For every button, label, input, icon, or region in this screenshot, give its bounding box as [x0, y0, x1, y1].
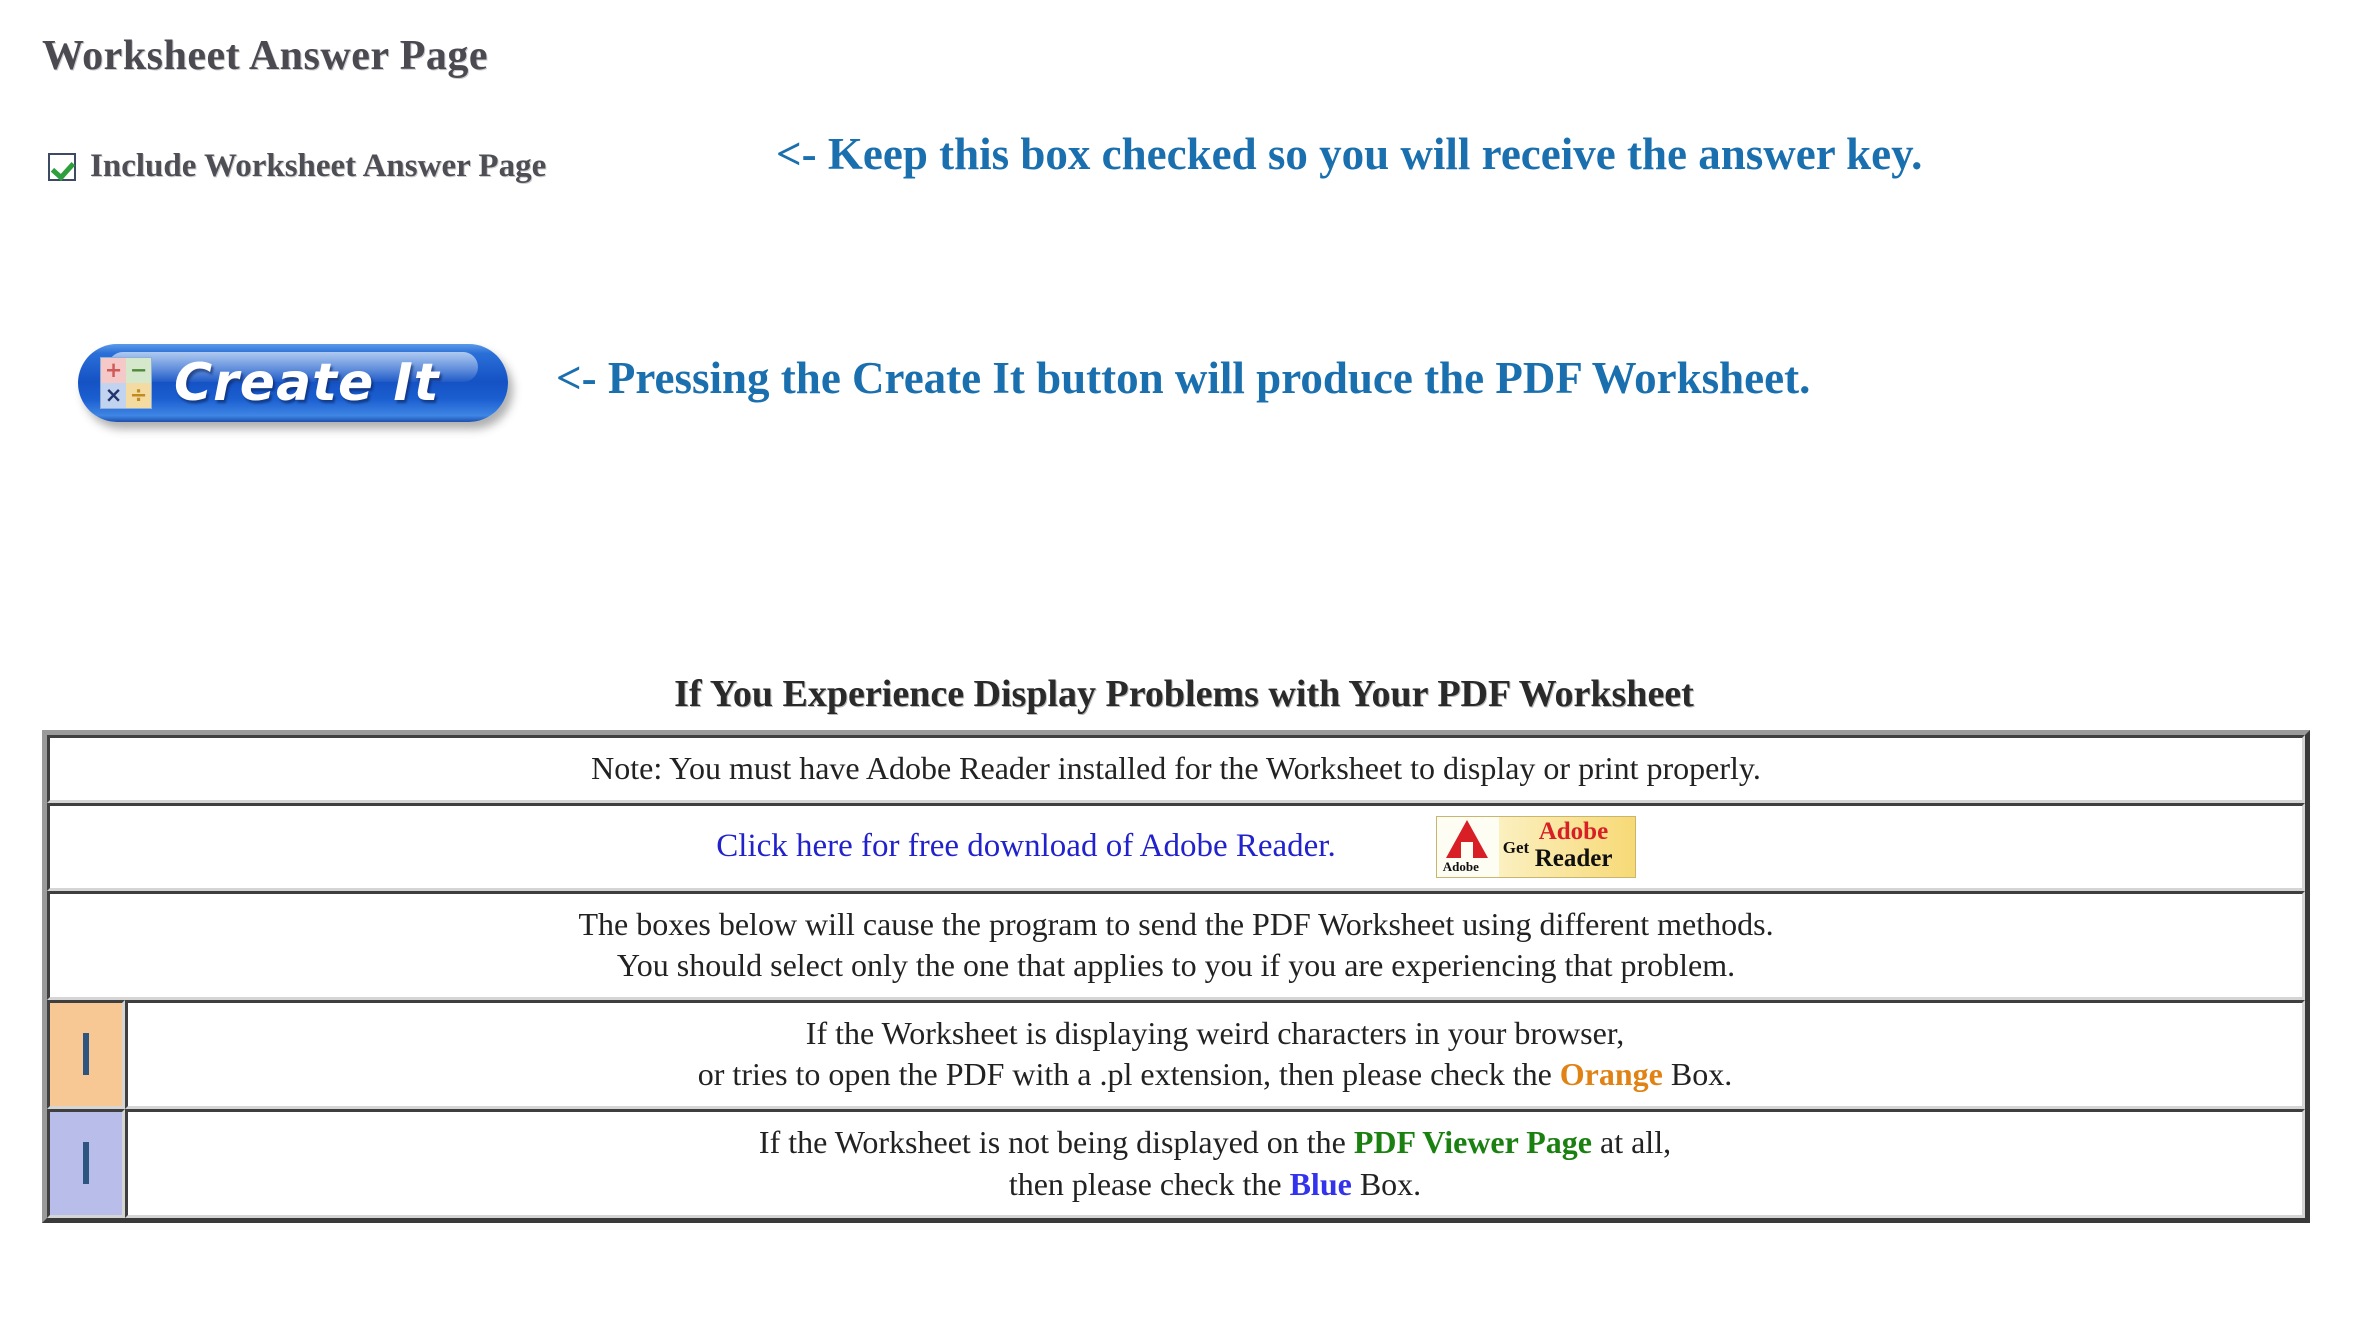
orange-option-line-2: or tries to open the PDF with a .pl exte…: [136, 1054, 2294, 1096]
get-adobe-reader-panel: Get Adobe Reader: [1498, 816, 1635, 877]
page-title: Worksheet Answer Page: [42, 33, 489, 79]
adobe-reader-note: Note: You must have Adobe Reader install…: [47, 735, 2305, 803]
divide-icon: ÷: [126, 383, 151, 408]
blue-option-line-2: then please check the Blue Box.: [136, 1164, 2294, 1206]
adobe-reader-download-link[interactable]: Click here for free download of Adobe Re…: [716, 825, 1335, 868]
orange-swatch-cell[interactable]: [47, 999, 125, 1109]
orange-option-checkbox[interactable]: [83, 1032, 89, 1075]
blue-option-line1-pre: If the Worksheet is not being displayed …: [758, 1123, 1354, 1160]
blue-swatch-cell[interactable]: [47, 1108, 125, 1219]
checkbox-checked-icon[interactable]: [48, 152, 76, 181]
annotation-answer-key: <- Keep this box checked so you will rec…: [776, 129, 1923, 179]
adobe-logo-icon: Adobe: [1436, 816, 1499, 877]
include-answer-page-row[interactable]: Include Worksheet Answer Page: [48, 148, 546, 185]
times-icon: ×: [101, 383, 126, 408]
plus-icon: +: [101, 358, 126, 383]
table-row-orange-option: If the Worksheet is displaying weird cha…: [47, 999, 2305, 1109]
badge-adobe-text: Adobe: [1538, 817, 1609, 845]
orange-option-line2-post: Box.: [1662, 1056, 1733, 1093]
include-answer-page-label: Include Worksheet Answer Page: [90, 148, 547, 184]
help-section-heading: If You Experience Display Problems with …: [674, 673, 1694, 715]
badge-reader-text: Reader: [1534, 844, 1613, 872]
blue-option-line1-post: at all,: [1592, 1123, 1672, 1160]
table-row-description: The boxes below will cause the program t…: [47, 890, 2305, 1000]
table-row-note: Note: You must have Adobe Reader install…: [47, 735, 2305, 803]
math-operations-icon: + − × ÷: [100, 357, 152, 409]
description-line-2: You should select only the one that appl…: [616, 947, 1736, 984]
create-it-button-label: Create It: [174, 353, 440, 413]
annotation-create-button: <- Pressing the Create It button will pr…: [556, 353, 1811, 403]
create-it-button[interactable]: + − × ÷ Create It: [78, 344, 508, 422]
minus-icon: −: [126, 358, 151, 383]
blue-option-checkbox[interactable]: [83, 1141, 89, 1184]
blue-option-line2-post: Box.: [1351, 1165, 1422, 1202]
blue-option-line-1: If the Worksheet is not being displayed …: [136, 1122, 2294, 1164]
description-line-1: The boxes below will cause the program t…: [578, 905, 1774, 942]
adobe-wordmark-small: Adobe: [1442, 858, 1479, 874]
adobe-a-glyph: [1445, 819, 1488, 858]
display-problems-table: Note: You must have Adobe Reader install…: [42, 730, 2310, 1224]
orange-option-line-1: If the Worksheet is displaying weird cha…: [805, 1014, 1625, 1051]
table-row-download-link: Click here for free download of Adobe Re…: [47, 802, 2305, 891]
pdf-viewer-page-keyword: PDF Viewer Page: [1353, 1123, 1592, 1160]
blue-keyword: Blue: [1289, 1165, 1352, 1202]
blue-option-line2-pre: then please check the: [1008, 1165, 1290, 1202]
adobe-reader-badge-icon[interactable]: Adobe Get Adobe Reader: [1435, 815, 1636, 878]
orange-option-line2-pre: or tries to open the PDF with a .pl exte…: [697, 1056, 1560, 1093]
orange-keyword: Orange: [1559, 1056, 1663, 1093]
table-row-blue-option: If the Worksheet is not being displayed …: [47, 1108, 2305, 1219]
badge-get-text: Get: [1502, 837, 1530, 857]
